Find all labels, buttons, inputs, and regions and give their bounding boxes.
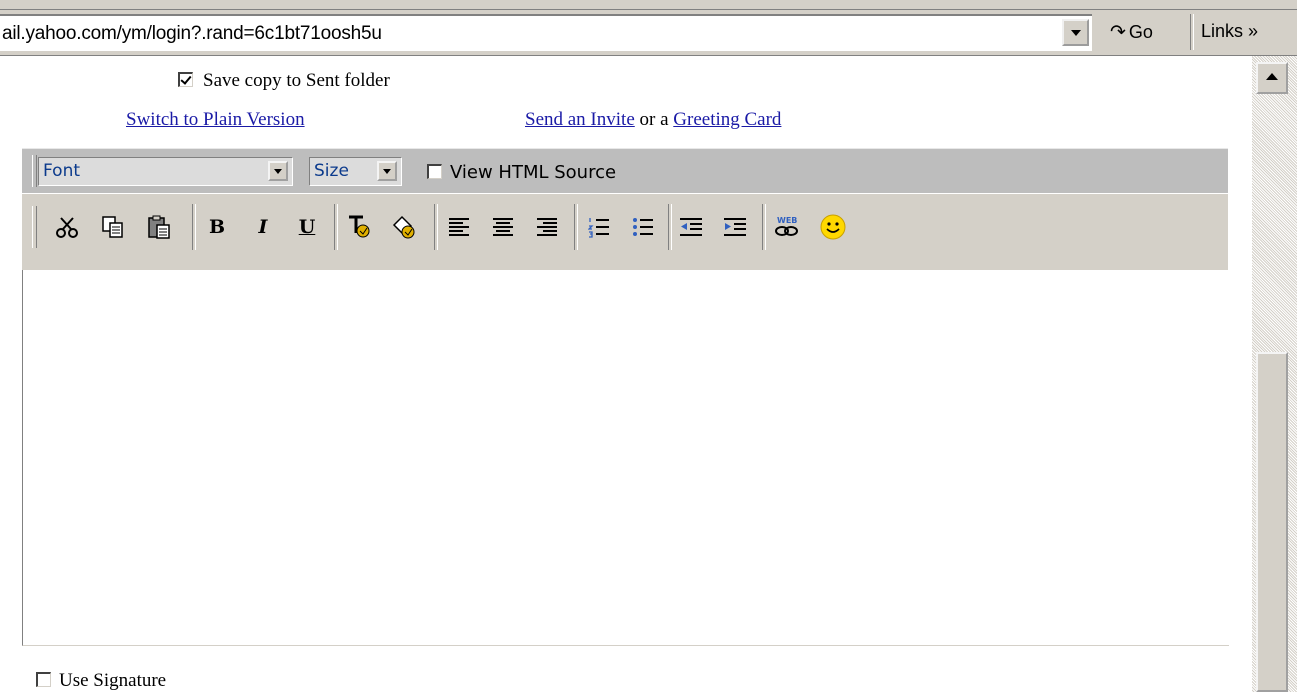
align-center-icon[interactable]	[488, 212, 518, 242]
toolbar-grip	[32, 155, 37, 187]
compose-page: Save copy to Sent folder Switch to Plain…	[0, 56, 1252, 692]
size-select-value: Size	[314, 161, 349, 181]
toolbar-edge	[0, 0, 1297, 10]
view-html-source-label: View HTML Source	[450, 162, 617, 183]
web-link-icon[interactable]: WEB	[772, 212, 802, 242]
vertical-scrollbar[interactable]	[1252, 56, 1297, 692]
font-select[interactable]: Font	[38, 157, 293, 186]
toolbar-separator	[1190, 14, 1194, 50]
cut-icon[interactable]	[52, 212, 82, 242]
toolbar-separator	[192, 204, 196, 250]
greeting-card-link[interactable]: Greeting Card	[673, 109, 781, 130]
toolbar-grip	[32, 206, 37, 248]
use-signature-option[interactable]: Use Signature	[36, 670, 166, 692]
switch-plain-version-link[interactable]: Switch to Plain Version	[126, 109, 305, 131]
italic-icon[interactable]: I	[248, 212, 278, 242]
toolbar-separator	[334, 204, 338, 250]
copy-icon[interactable]	[98, 212, 128, 242]
go-label: Go	[1128, 22, 1153, 42]
size-select[interactable]: Size	[309, 157, 402, 186]
highlight-icon[interactable]	[388, 212, 418, 242]
address-text: ail.yahoo.com/ym/login?.rand=6c1bt71oosh…	[2, 23, 382, 44]
align-left-icon[interactable]	[444, 212, 474, 242]
text-color-icon[interactable]	[344, 212, 374, 242]
view-html-source-checkbox[interactable]	[427, 163, 442, 179]
address-input[interactable]: ail.yahoo.com/ym/login?.rand=6c1bt71oosh…	[0, 14, 1092, 51]
size-dropdown-button[interactable]	[377, 161, 397, 181]
toolbar-separator	[762, 204, 766, 250]
bulleted-list-icon[interactable]	[628, 212, 658, 242]
paste-icon[interactable]	[144, 212, 174, 242]
save-copy-checkbox[interactable]	[178, 72, 193, 88]
toolbar-separator	[574, 204, 578, 250]
scroll-thumb[interactable]	[1256, 352, 1288, 692]
indent-icon[interactable]	[720, 212, 750, 242]
format-toolbar-bottom: B I U WEB	[22, 194, 1228, 273]
message-body-editor[interactable]	[22, 270, 1229, 646]
chevron-down-icon	[1071, 30, 1081, 36]
go-button[interactable]: ↷ Go	[1110, 21, 1153, 44]
numbered-list-icon[interactable]	[584, 212, 614, 242]
invite-line: Send an Invite or a Greeting Card	[525, 109, 781, 131]
toolbar-separator	[668, 204, 672, 250]
format-toolbar-top: Font Size View HTML Source	[22, 148, 1228, 193]
smiley-icon[interactable]	[818, 212, 848, 242]
outdent-icon[interactable]	[676, 212, 706, 242]
links-button[interactable]: Links »	[1201, 21, 1258, 42]
underline-icon[interactable]: U	[292, 212, 322, 242]
use-signature-label: Use Signature	[59, 670, 167, 691]
font-dropdown-button[interactable]	[268, 161, 288, 181]
save-copy-option[interactable]: Save copy to Sent folder	[178, 70, 390, 92]
view-html-source-option[interactable]: View HTML Source	[427, 162, 616, 183]
align-right-icon[interactable]	[532, 212, 562, 242]
browser-address-bar: ail.yahoo.com/ym/login?.rand=6c1bt71oosh…	[0, 0, 1297, 56]
use-signature-checkbox[interactable]	[36, 672, 51, 688]
svg-text:WEB: WEB	[777, 216, 797, 225]
or-a-text: or a	[634, 109, 674, 130]
go-arrow-icon: ↷	[1110, 22, 1126, 43]
toolbar-separator	[434, 204, 438, 250]
send-invite-link[interactable]: Send an Invite	[525, 109, 635, 130]
font-select-value: Font	[43, 161, 81, 181]
save-copy-label: Save copy to Sent folder	[203, 70, 390, 91]
address-dropdown-button[interactable]	[1062, 19, 1089, 46]
bold-icon[interactable]: B	[202, 212, 232, 242]
scroll-up-button[interactable]	[1256, 62, 1288, 94]
